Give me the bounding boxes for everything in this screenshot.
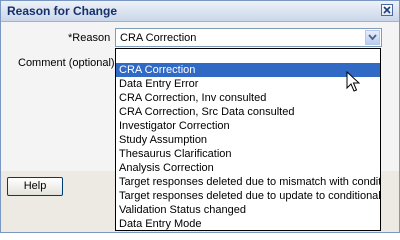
- dropdown-option[interactable]: CRA Correction, Src Data consulted: [116, 105, 380, 119]
- dropdown-option[interactable]: Target responses deleted due to update t…: [116, 189, 380, 203]
- help-button[interactable]: Help: [7, 177, 63, 196]
- reason-dropdown-list[interactable]: CRA Correction Data Entry Error CRA Corr…: [115, 48, 381, 231]
- reason-select-arrow-button[interactable]: [365, 30, 380, 45]
- close-button[interactable]: [381, 4, 393, 16]
- dropdown-option[interactable]: Validation Status changed: [116, 203, 380, 217]
- dialog-title: Reason for Change: [7, 4, 118, 18]
- close-icon: [383, 6, 391, 14]
- dropdown-option[interactable]: Study Assumption: [116, 133, 380, 147]
- reason-select-value: CRA Correction: [120, 32, 197, 44]
- reason-select[interactable]: CRA Correction: [115, 28, 382, 47]
- chevron-down-icon: [368, 34, 377, 41]
- dropdown-option[interactable]: Thesaurus Clarification: [116, 147, 380, 161]
- mouse-pointer-icon: [346, 71, 360, 92]
- dropdown-option[interactable]: Data Entry Error: [116, 77, 380, 91]
- dropdown-option[interactable]: Target responses deleted due to mismatch…: [116, 175, 380, 189]
- dropdown-option[interactable]: Analysis Correction: [116, 161, 380, 175]
- dropdown-option[interactable]: Data Entry Mode: [116, 217, 380, 230]
- dropdown-option[interactable]: CRA Correction: [116, 63, 380, 77]
- reason-label: *Reason: [68, 32, 111, 44]
- comment-label: Comment (optional): [18, 57, 115, 69]
- dropdown-option[interactable]: CRA Correction, Inv consulted: [116, 91, 380, 105]
- dropdown-option[interactable]: Investigator Correction: [116, 119, 380, 133]
- dialog-titlebar[interactable]: Reason for Change: [1, 1, 399, 22]
